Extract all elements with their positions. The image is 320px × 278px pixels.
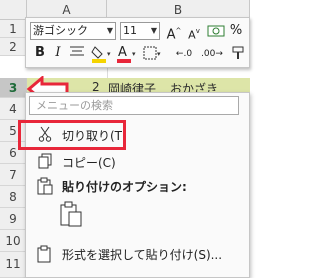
font-size-box[interactable]: 11 ▼ [120,22,160,40]
paste-special-icon [36,245,54,263]
font-name-box[interactable]: 游ゴシック ▼ [30,22,116,40]
mini-toolbar: 游ゴシック ▼ 11 ▼ A^ Av % B I ▾ A ▾ ▾ ←.0 .00→ [25,17,250,68]
font-name-value: 游ゴシック [33,24,88,37]
row-header-11[interactable]: 11 [0,252,27,278]
fill-color-icon[interactable]: ▾ [90,44,112,69]
decrease-font-size-icon[interactable]: Av [184,23,204,43]
menu-paste-options-header: 貼り付けのオプション: [28,174,243,198]
bold-icon[interactable]: B [32,45,48,61]
svg-text:A: A [118,45,127,60]
chevron-down-icon: ▼ [150,26,157,35]
svg-text:▾: ▾ [157,50,161,58]
percent-format-icon[interactable]: % [226,23,246,39]
copy-icon [36,153,54,171]
cut-highlight-box [18,120,126,150]
italic-icon[interactable]: I [50,45,66,61]
row-header-3[interactable]: 3 [0,78,27,98]
row-header-9[interactable]: 9 [0,208,27,230]
svg-text:▾: ▾ [132,50,136,58]
row-header-2[interactable]: 2 [0,38,27,56]
row-header-7[interactable]: 7 [0,164,27,186]
format-painter-icon[interactable] [230,45,248,66]
menu-item-copy-label: コピー(C) [62,156,116,170]
font-size-value: 11 [123,24,137,37]
menu-item-copy[interactable]: コピー(C) [28,150,243,174]
svg-text:▾: ▾ [107,50,111,58]
increase-font-size-icon[interactable]: A^ [164,23,184,43]
increase-decimal-icon[interactable]: ←.0 [172,46,196,62]
font-color-icon[interactable]: A ▾ [116,44,138,69]
chevron-down-icon: ▼ [106,26,113,35]
paste-icon [60,201,82,227]
menu-paste-options-label: 貼り付けのオプション: [62,180,187,194]
paste-icon [36,177,54,195]
row-header-8[interactable]: 8 [0,186,27,208]
row-header-1[interactable]: 1 [0,20,27,38]
decrease-decimal-icon[interactable]: .00→ [200,46,224,62]
menu-item-paste-special[interactable]: 形式を選択して貼り付け(S)... [28,242,243,266]
menu-search-input[interactable]: メニューの検索 [29,96,239,115]
row-header-10[interactable]: 10 [0,230,27,252]
currency-format-icon[interactable] [206,23,226,44]
menu-item-paste-special-label: 形式を選択して貼り付け(S)... [62,248,223,262]
select-all-corner[interactable] [0,0,27,20]
row-header-4[interactable]: 4 [0,98,27,120]
align-center-icon[interactable] [68,45,86,64]
paste-option-default[interactable] [59,201,83,227]
borders-icon[interactable]: ▾ [142,45,164,66]
